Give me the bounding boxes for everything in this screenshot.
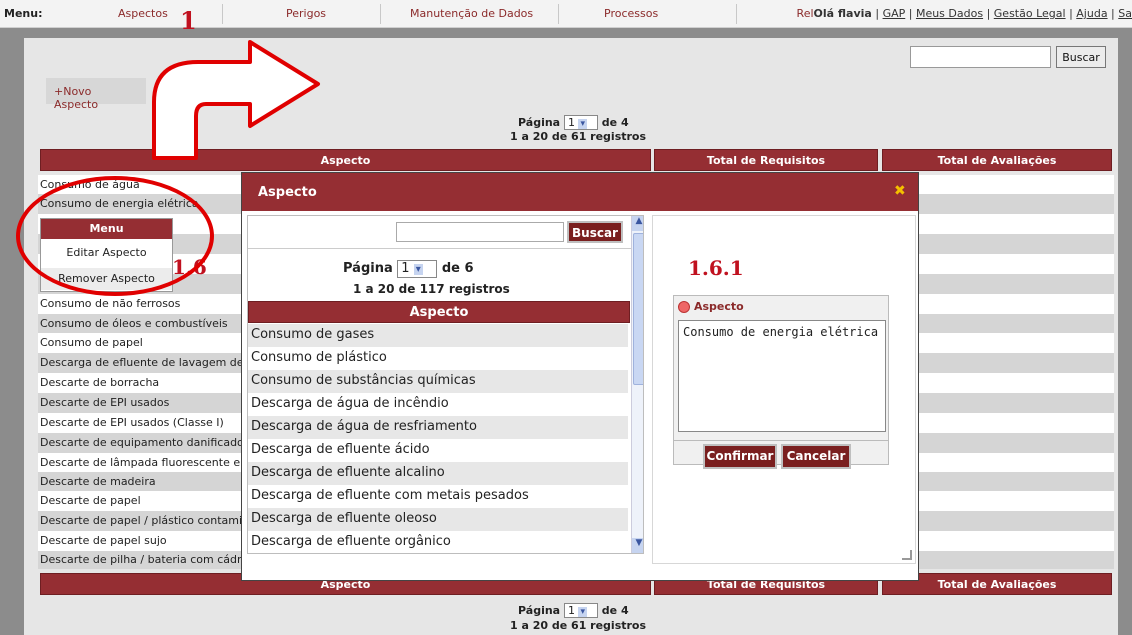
list-item[interactable]: Descarga de efluente ácido [248, 439, 628, 462]
chevron-down-icon: ▾ [413, 264, 423, 275]
annotation-step-1: 1 [180, 6, 197, 35]
link-sair[interactable]: Sa [1118, 7, 1132, 20]
page-total: de 4 [601, 116, 629, 129]
link-gap[interactable]: GAP [883, 7, 906, 20]
aspect-list-pane: Buscar Página 1 ▾ de 6 1 a 20 de 117 reg… [247, 215, 644, 554]
column-header-requisitos[interactable]: Total de Requisitos [654, 149, 878, 171]
page-select-value: 1 [567, 116, 575, 129]
divider [736, 4, 737, 24]
list-item[interactable]: Consumo de substâncias químicas [248, 370, 628, 393]
top-menu-bar: Menu: Aspectos Perigos Manutenção de Dad… [0, 0, 1132, 28]
chevron-down-icon: ▾ [578, 607, 587, 617]
aspect-dialog: Aspecto ✖ Buscar Página 1 ▾ de 6 1 a 20 … [241, 172, 919, 581]
search-input[interactable] [910, 46, 1051, 68]
page-label: Página [343, 261, 393, 276]
divider [222, 4, 223, 24]
divider [380, 4, 381, 24]
menu-item-processos[interactable]: Processos [604, 7, 658, 20]
user-greeting: Olá flavia [813, 7, 872, 20]
required-icon [678, 301, 690, 313]
record-count-top: 1 a 20 de 61 registros [510, 130, 647, 143]
list-item[interactable]: Descarga de água de incêndio [248, 393, 628, 416]
record-count-bottom: 1 a 20 de 61 registros [510, 619, 647, 632]
list-item[interactable]: Consumo de gases [248, 324, 628, 347]
aspect-field-label: Aspecto [694, 300, 744, 313]
dialog-search-button[interactable]: Buscar [567, 221, 623, 243]
chevron-up-icon[interactable]: ▲ [632, 216, 643, 231]
resize-grip-icon[interactable] [902, 550, 912, 560]
new-aspect-button[interactable]: +Novo Aspecto [46, 78, 146, 111]
dialog-record-count: 1 a 20 de 117 registros [353, 282, 510, 296]
cancel-button[interactable]: Cancelar [781, 444, 851, 469]
link-ajuda[interactable]: Ajuda [1076, 7, 1107, 20]
chevron-down-icon: ▾ [578, 119, 587, 129]
dialog-search-input[interactable] [396, 222, 564, 242]
list-item[interactable]: Descarga de efluente oleoso [248, 508, 628, 531]
menu-label: Menu: [4, 7, 43, 20]
user-links: RelOlá flavia | GAP | Meus Dados | Gestã… [796, 7, 1132, 20]
list-item[interactable]: Descarga de efluente com metais pesados [248, 485, 628, 508]
confirm-button[interactable]: Confirmar [703, 444, 777, 469]
divider [674, 440, 888, 441]
column-header-aspecto[interactable]: Aspecto [40, 149, 651, 171]
annotation-step-1-6-1: 1.6.1 [688, 256, 744, 280]
page-total: de 4 [601, 604, 629, 617]
dialog-list-header: Aspecto [248, 301, 630, 323]
aspect-field-box: Aspecto Consumo de energia elétrica Conf… [673, 295, 889, 469]
page-select-value: 1 [401, 261, 410, 276]
scrollbar-thumb[interactable] [633, 233, 643, 385]
divider [558, 4, 559, 24]
link-meus-dados[interactable]: Meus Dados [916, 7, 983, 20]
annotation-arrow-icon [152, 40, 320, 160]
list-item[interactable]: Descarga de efluente alcalino [248, 462, 628, 485]
page-select-value: 1 [567, 604, 575, 617]
dialog-title: Aspecto [242, 173, 918, 211]
search-button[interactable]: Buscar [1056, 46, 1106, 68]
list-scrollbar[interactable]: ▲ ▼ [631, 216, 643, 553]
list-item[interactable]: Descarga de efluente orgânico [248, 531, 628, 553]
divider [248, 248, 631, 249]
page-total: de 6 [441, 261, 474, 276]
aspect-textarea[interactable]: Consumo de energia elétrica [678, 320, 886, 432]
dialog-pagination: Página 1 ▾ de 6 [343, 260, 474, 278]
pagination-bottom: Página 1 ▾ de 4 [518, 603, 629, 618]
page-select[interactable]: 1 ▾ [563, 115, 598, 130]
list-item[interactable]: Descarga de água de resfriamento [248, 416, 628, 439]
column-header-avaliacoes[interactable]: Total de Avaliações [882, 149, 1112, 171]
pagination-top: Página 1 ▾ de 4 [518, 115, 629, 130]
page-label: Página [518, 116, 561, 129]
menu-item-perigos[interactable]: Perigos [286, 7, 326, 20]
menu-item-aspectos[interactable]: Aspectos [118, 7, 168, 20]
close-icon[interactable]: ✖ [894, 184, 908, 198]
page-select[interactable]: 1 ▾ [397, 260, 438, 278]
chevron-down-icon[interactable]: ▼ [632, 538, 643, 553]
menu-item-relatorios[interactable]: Rel [797, 7, 814, 20]
page-select[interactable]: 1 ▾ [563, 603, 598, 618]
menu-item-manutencao[interactable]: Manutenção de Dados [410, 7, 533, 20]
link-gestao-legal[interactable]: Gestão Legal [994, 7, 1066, 20]
page-label: Página [518, 604, 561, 617]
list-item[interactable]: Consumo de plástico [248, 347, 628, 370]
